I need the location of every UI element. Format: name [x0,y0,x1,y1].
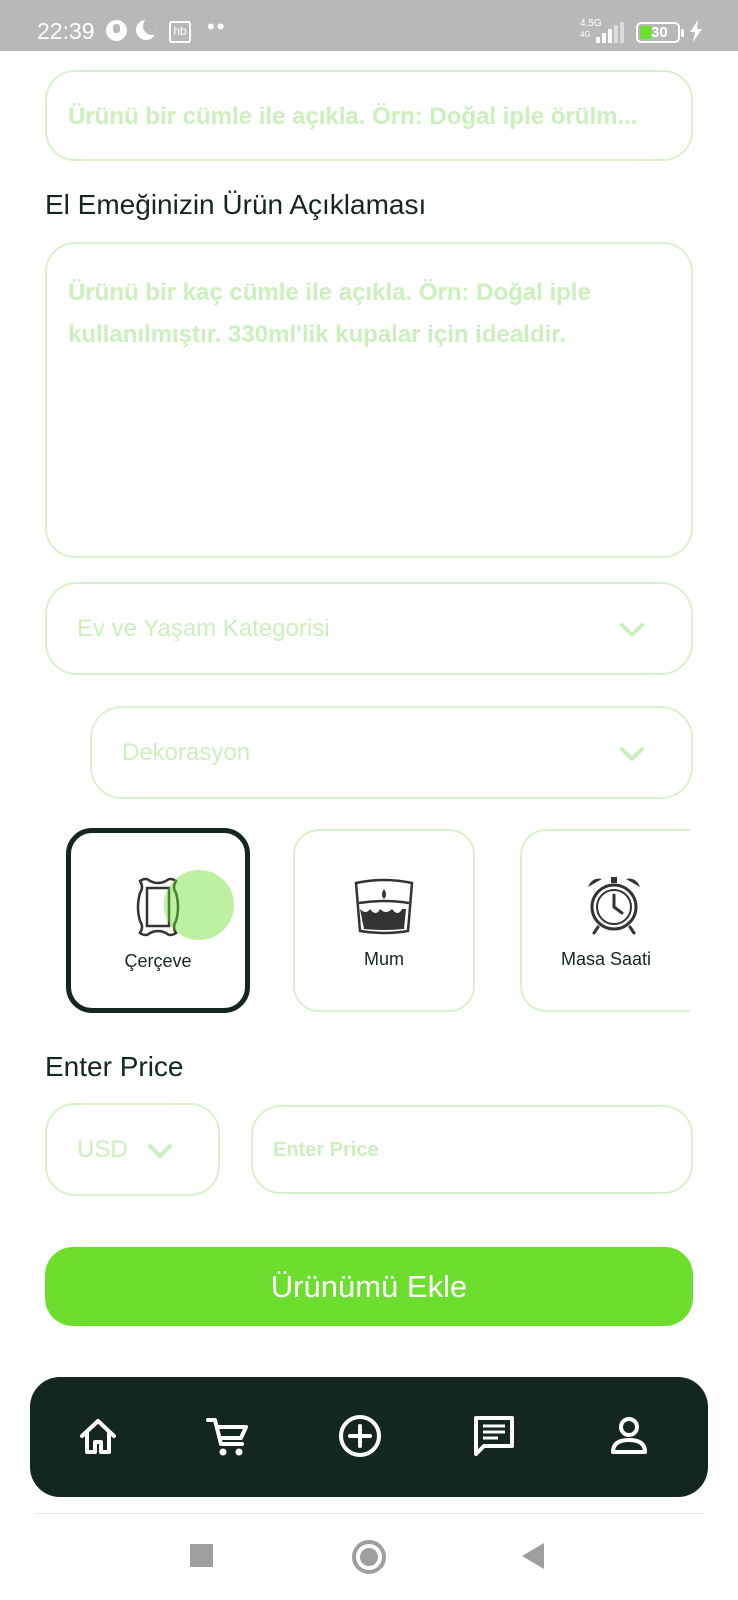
touch-ripple [164,870,234,940]
add-circle-icon[interactable] [336,1412,384,1460]
status-time: 22:39 [37,18,95,44]
alarm-status-icon [106,20,127,41]
category-label: Masa Saati [560,949,652,969]
cart-icon[interactable] [204,1412,252,1460]
description-label: El Emeğinizin Ürün Açıklaması [45,189,427,220]
subcategory-select-value: Dekorasyon [122,739,251,766]
profile-icon[interactable] [605,1412,653,1460]
home-button[interactable] [352,1540,386,1574]
add-product-button[interactable]: Ürünümü Ekle [45,1247,693,1326]
price-placeholder: Enter Price [273,1139,379,1161]
category-label: Çerçeve [124,951,192,971]
recent-apps-button[interactable] [190,1544,213,1567]
short-description-placeholder: Ürünü bir cümle ile açıkla. Örn: Doğal i… [68,103,638,130]
home-icon[interactable] [74,1412,122,1460]
price-label: Enter Price [45,1051,184,1082]
message-icon[interactable] [470,1412,518,1460]
currency-value: USD [77,1136,128,1163]
back-button[interactable] [522,1543,544,1569]
category-card-mum[interactable]: Mum [293,829,475,1012]
chevron-down-icon [148,1144,172,1158]
battery-level: 30 [651,24,668,41]
battery-icon: 30 [636,22,684,43]
signal-icon [596,22,626,43]
status-bar: 22:39 hb •• 4.5G 4G 30 [0,0,738,51]
subcategory-select[interactable]: Dekorasyon [90,706,693,799]
charging-icon [690,20,702,42]
chevron-down-icon [620,747,644,761]
hb-app-icon: hb [169,21,191,43]
add-product-button-label: Ürünümü Ekle [270,1269,468,1304]
price-input[interactable]: Enter Price [251,1105,693,1194]
description-textarea[interactable]: Ürünü bir kaç cümle ile açıkla. Örn: Doğ… [45,242,693,558]
description-placeholder: Ürünü bir kaç cümle ile açıkla. Örn: Doğ… [68,279,591,348]
more-notifications-icon: •• [207,14,227,39]
short-description-input[interactable]: Ürünü bir cümle ile açıkla. Örn: Doğal i… [45,70,693,161]
category-select-value: Ev ve Yaşam Kategorisi [77,615,330,642]
currency-select[interactable]: USD [45,1103,220,1196]
chevron-down-icon [620,623,644,637]
category-card-masa-saati[interactable]: Masa Saati [520,829,690,1012]
alarm-clock-icon [588,877,640,935]
category-label: Mum [364,949,404,969]
category-select[interactable]: Ev ve Yaşam Kategorisi [45,582,693,675]
divider [35,1513,705,1514]
candle-icon [354,878,414,935]
bottom-navigation [30,1377,708,1497]
do-not-disturb-icon [136,20,156,40]
